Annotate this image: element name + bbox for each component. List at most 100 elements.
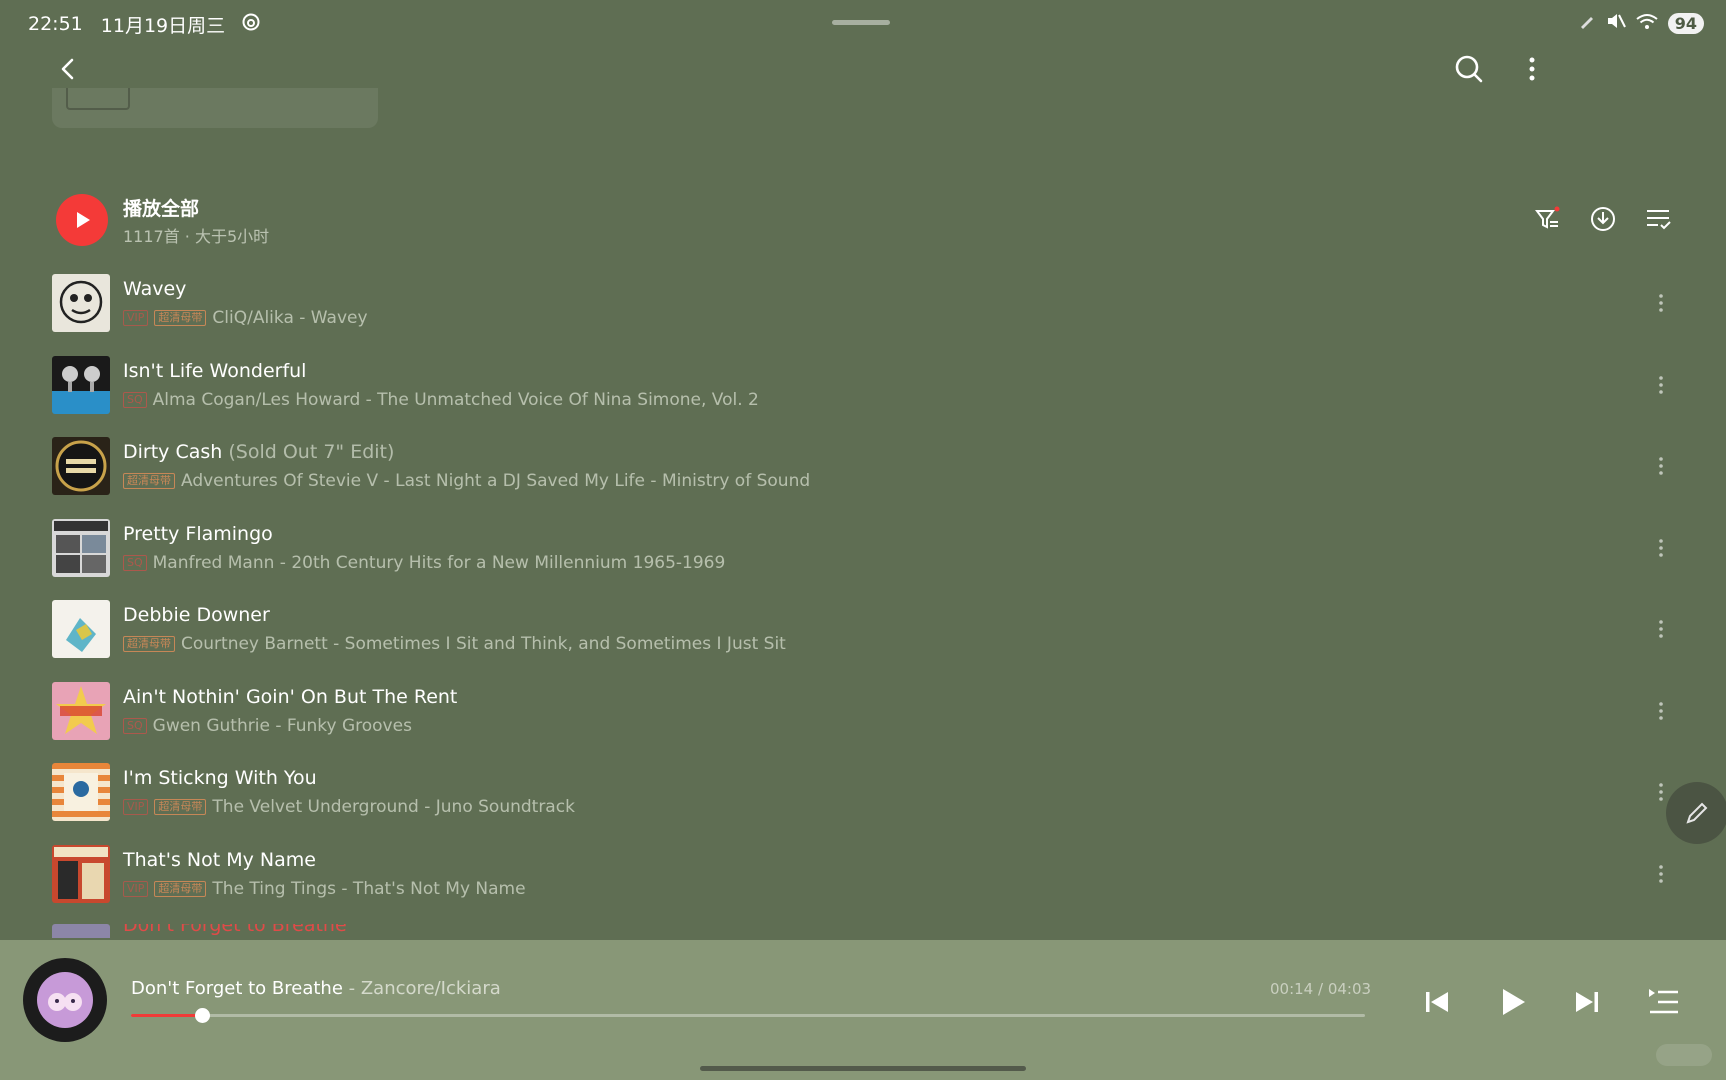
song-more-button[interactable] [1646, 533, 1676, 563]
sq-badge: SQ [123, 717, 147, 734]
sq-badge: SQ [123, 391, 147, 408]
song-meta: 超清母带 Courtney Barnett - Sometimes I Sit … [123, 634, 786, 654]
song-more-button[interactable] [1646, 859, 1676, 889]
filter-icon [1535, 206, 1560, 229]
play-all-label[interactable]: 播放全部 [123, 194, 199, 221]
song-row[interactable]: I'm Stickng With You VIP 超清母带 The Velvet… [52, 762, 1676, 844]
next-icon [1576, 992, 1598, 1012]
album-cover [52, 518, 110, 577]
play-all-button[interactable] [56, 194, 108, 246]
song-more-button[interactable] [1646, 288, 1676, 318]
filter-button[interactable] [1533, 204, 1563, 234]
artist-album: The Velvet Underground - Juno Soundtrack [212, 797, 575, 817]
download-button[interactable] [1588, 204, 1618, 234]
next-button[interactable] [1567, 982, 1607, 1022]
previous-icon [1426, 992, 1448, 1012]
player-bar: Don't Forget to Breathe - Zancore/Ickiar… [0, 940, 1726, 1080]
song-title: Isn't Life Wonderful [123, 359, 307, 382]
song-row[interactable]: Pretty Flamingo SQ Manfred Mann - 20th C… [52, 518, 1676, 600]
song-more-button[interactable] [1646, 614, 1676, 644]
playlist-header-card [52, 88, 378, 128]
progress-slider[interactable] [131, 1008, 1365, 1023]
song-title: Dirty Cash (Sold Out 7" Edit) [123, 441, 395, 463]
song-row[interactable]: Ain't Nothin' Goin' On But The Rent SQ G… [52, 681, 1676, 763]
pen-icon [1578, 12, 1596, 35]
master-badge: 超清母带 [154, 880, 207, 897]
song-row[interactable]: That's Not My Name VIP 超清母带 The Ting Tin… [52, 844, 1676, 926]
now-playing-title[interactable]: Don't Forget to Breathe - Zancore/Ickiar… [131, 978, 501, 999]
song-meta: SQ Gwen Guthrie - Funky Grooves [123, 716, 412, 736]
vip-badge: VIP [123, 799, 149, 815]
more-vertical-icon [1659, 864, 1663, 883]
song-row[interactable]: Debbie Downer 超清母带 Courtney Barnett - So… [52, 599, 1676, 681]
playlist-icon [1649, 989, 1678, 1014]
status-right: 94 [1578, 12, 1704, 35]
song-title: I'm Stickng With You [123, 767, 317, 789]
play-icon [1503, 989, 1525, 1015]
album-cover [52, 600, 110, 658]
master-badge: 超清母带 [123, 473, 175, 489]
grab-handle[interactable] [832, 20, 890, 25]
search-icon [1455, 55, 1483, 83]
song-more-button[interactable] [1646, 696, 1676, 726]
artist-album: CliQ/Alika - Wavey [212, 308, 368, 328]
previous-button[interactable] [1417, 982, 1457, 1022]
multi-select-button[interactable] [1643, 204, 1673, 234]
song-title: Ain't Nothin' Goin' On But The Rent [123, 685, 458, 708]
artist-album: Adventures Of Stevie V - Last Night a DJ… [181, 471, 811, 491]
artist-album: Courtney Barnett - Sometimes I Sit and T… [181, 634, 786, 654]
song-title: Wavey [123, 278, 187, 300]
more-vertical-icon [1659, 294, 1663, 312]
song-row[interactable]: Wavey VIP 超清母带 CliQ/Alika - Wavey [52, 273, 1676, 355]
song-row-partial[interactable]: Don't Forget to Breathe [52, 924, 752, 938]
album-cover [52, 763, 110, 821]
more-vertical-icon [1659, 375, 1663, 394]
song-row[interactable]: Isn't Life Wonderful SQ Alma Cogan/Les H… [52, 355, 1676, 437]
mute-icon [1606, 12, 1626, 35]
song-meta: VIP 超清母带 The Ting Tings - That's Not My … [123, 879, 526, 899]
home-indicator[interactable] [700, 1066, 1026, 1071]
more-button[interactable] [1515, 52, 1549, 86]
vip-badge: VIP [123, 310, 149, 326]
netease-status-icon [241, 12, 261, 37]
song-more-button[interactable] [1646, 370, 1676, 400]
more-vertical-icon [1659, 620, 1663, 638]
now-playing-cover [37, 972, 93, 1028]
song-meta: 超清母带 Adventures Of Stevie V - Last Night… [123, 471, 810, 491]
time-readout: 00:14 / 04:03 [1270, 980, 1372, 998]
more-vertical-icon [1659, 538, 1663, 557]
more-vertical-icon [1529, 57, 1535, 81]
album-cover [52, 681, 110, 740]
status-left: 22:51 11月19日周三 [28, 11, 261, 38]
song-title: Debbie Downer [123, 604, 270, 626]
album-logo-fragment [66, 88, 130, 110]
more-vertical-icon [1659, 701, 1663, 720]
back-button[interactable] [52, 52, 86, 86]
sq-badge: SQ [123, 554, 147, 571]
now-playing-disc[interactable] [23, 958, 107, 1042]
chevron-left-icon [61, 58, 74, 80]
album-cover [52, 924, 110, 938]
pencil-icon [1686, 802, 1708, 824]
song-meta: SQ Alma Cogan/Les Howard - The Unmatched… [123, 390, 759, 410]
download-icon [1591, 207, 1615, 231]
album-cover [52, 844, 110, 903]
song-more-button[interactable] [1646, 451, 1676, 481]
progress-thumb[interactable] [195, 1008, 211, 1023]
master-badge: 超清母带 [123, 636, 175, 652]
song-list: Wavey VIP 超清母带 CliQ/Alika - Wavey Isn't … [52, 273, 1676, 925]
vip-badge: VIP [123, 880, 149, 897]
song-meta: VIP 超清母带 CliQ/Alika - Wavey [123, 308, 368, 328]
top-bar [0, 48, 1726, 90]
watermark [1656, 1044, 1712, 1066]
now-playing-artist: Zancore/Ickiara [360, 978, 501, 999]
playlist-button[interactable] [1644, 982, 1684, 1022]
artist-album: Manfred Mann - 20th Century Hits for a N… [152, 552, 726, 573]
album-cover [52, 274, 110, 332]
song-row[interactable]: Dirty Cash (Sold Out 7" Edit) 超清母带 Adven… [52, 436, 1676, 518]
edit-button[interactable] [1666, 782, 1726, 844]
search-button[interactable] [1452, 52, 1486, 86]
artist-album: The Ting Tings - That's Not My Name [212, 878, 526, 899]
song-meta: SQ Manfred Mann - 20th Century Hits for … [123, 553, 725, 573]
play-button[interactable] [1493, 982, 1533, 1022]
